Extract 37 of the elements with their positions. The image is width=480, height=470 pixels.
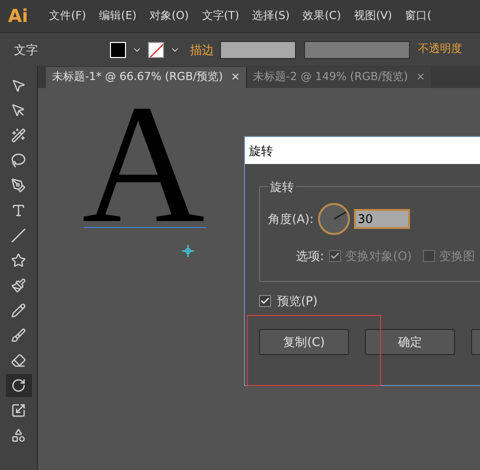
angle-dial-icon[interactable] (318, 203, 350, 235)
menu-item[interactable]: 文件(F) (49, 8, 86, 24)
document-tab[interactable]: 未标题-1* @ 66.67% (RGB/预览) × (46, 67, 246, 88)
fill-swatch[interactable] (110, 42, 126, 58)
options-label: 选项: (296, 248, 324, 265)
menu-item[interactable]: 编辑(E) (99, 8, 137, 24)
document-tab[interactable]: 未标题-2 @ 149% (RGB/预览) × (246, 67, 432, 88)
menu-item[interactable]: 效果(C) (302, 8, 341, 24)
crosshair-icon (182, 245, 194, 257)
tab-title: 未标题-1* @ 66.67% (RGB/预览) (52, 69, 223, 86)
preview-label: 预览(P) (277, 293, 318, 310)
menu-item[interactable]: 视图(V) (354, 8, 392, 24)
rotate-icon[interactable] (6, 374, 32, 397)
stroke-weight-field[interactable] (220, 40, 296, 58)
tab-close[interactable]: × (416, 69, 426, 86)
option-label: 变换图 (438, 248, 475, 265)
style-dropdown[interactable] (304, 40, 410, 58)
menu-item[interactable]: 窗口( (405, 8, 432, 24)
group-title: 旋转 (268, 178, 296, 196)
letter-glyph: A (82, 105, 205, 224)
tab-title: 未标题-2 @ 149% (RGB/预览) (253, 69, 408, 86)
menu-item[interactable]: 选择(S) (252, 8, 290, 24)
control-label: 文字 (14, 42, 39, 58)
option-label: 变换对象(O) (345, 248, 412, 265)
dialog-title: 旋转 (249, 142, 273, 160)
menu-item[interactable]: 对象(O) (150, 8, 189, 24)
opacity-label[interactable]: 不透明度 (418, 41, 462, 58)
tab-close[interactable]: × (230, 69, 240, 86)
angle-input[interactable]: 30 (354, 209, 410, 229)
dialog-button[interactable]: 确定 (365, 329, 455, 355)
menu-item[interactable]: 文字(T) (202, 8, 240, 24)
app-logo: Ai (8, 4, 28, 28)
stroke-label[interactable]: 描边 (190, 40, 214, 58)
angle-label: 角度(A): (268, 211, 314, 228)
stroke-swatch[interactable] (148, 42, 164, 58)
dialog-button[interactable]: 复制(C) (259, 329, 349, 355)
checkbox[interactable] (259, 295, 271, 307)
